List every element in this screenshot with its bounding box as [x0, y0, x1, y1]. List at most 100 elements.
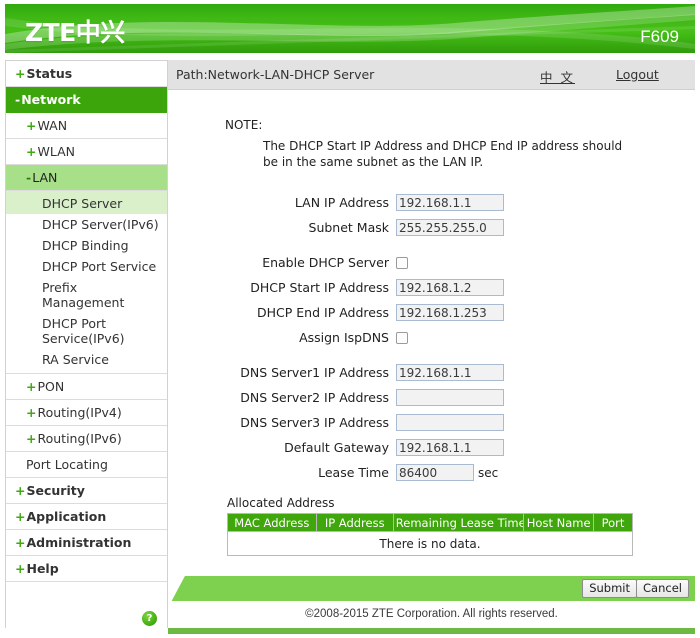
- field-label: DNS Server3 IP Address: [240, 415, 389, 430]
- sidebar-item-label: LAN: [32, 170, 58, 185]
- table-column-header: Port: [592, 513, 634, 532]
- sidebar-item-prefix-management[interactable]: Prefix Management: [6, 277, 167, 313]
- footer-action-bar: Submit Cancel: [168, 576, 695, 601]
- copyright-text: ©2008-2015 ZTE Corporation. All rights r…: [168, 601, 695, 628]
- table-header-row: MAC Address IP Address Remaining Lease Tim…: [227, 513, 634, 532]
- note-text: The DHCP Start IP Address and DHCP End I…: [263, 139, 623, 169]
- table-body: There is no data.: [227, 531, 633, 556]
- main-content: Path:Network-LAN-DHCP Server 中 文 Logout …: [168, 60, 695, 565]
- zte-logo: ZTE中兴: [25, 18, 125, 47]
- sidebar-item-dhcp-binding[interactable]: DHCP Binding: [6, 235, 167, 256]
- form-row: LAN IP Address: [168, 192, 695, 213]
- dns-server1-ip-address-input[interactable]: [396, 364, 504, 381]
- dns-server3-ip-address-input[interactable]: [396, 414, 504, 431]
- field-label: DHCP Start IP Address: [250, 280, 389, 295]
- footer-slash-decoration: [168, 576, 188, 601]
- sidebar-item-port-locating[interactable]: Port Locating: [6, 452, 167, 478]
- lease-time-unit: sec: [478, 465, 499, 480]
- subnet-mask-input[interactable]: [396, 219, 504, 236]
- allocated-address-section: Allocated Address MAC Address IP Address R…: [227, 496, 634, 556]
- sidebar-item-dhcp-server-ipv6[interactable]: DHCP Server(IPv6): [6, 214, 167, 235]
- form-row: DHCP End IP Address: [168, 302, 695, 323]
- sidebar-nav: +Status -Network +WAN +WLAN -LAN DHCP Server D…: [5, 60, 168, 633]
- field-label: Assign IspDNS: [299, 330, 389, 345]
- field-label: DNS Server2 IP Address: [240, 390, 389, 405]
- sidebar-item-pon[interactable]: +PON: [6, 374, 167, 400]
- sidebar-item-dhcp-port-service[interactable]: DHCP Port Service: [6, 256, 167, 277]
- cancel-button[interactable]: Cancel: [636, 579, 689, 598]
- sidebar-item-status[interactable]: +Status: [6, 61, 167, 87]
- bottom-left-filler: [0, 628, 168, 634]
- sidebar-item-label: WLAN: [37, 144, 75, 159]
- field-label: Default Gateway: [284, 440, 389, 455]
- sidebar-item-routing-ipv4[interactable]: +Routing(IPv4): [6, 400, 167, 426]
- default-gateway-input[interactable]: [396, 439, 504, 456]
- dhcp-end-ip-address-input[interactable]: [396, 304, 504, 321]
- sidebar-item-wan[interactable]: +WAN: [6, 113, 167, 139]
- expand-icon: +: [26, 118, 37, 133]
- sidebar-item-label: Routing(IPv4): [37, 405, 122, 420]
- form-row: DNS Server1 IP Address: [168, 362, 695, 383]
- path-bar: Path:Network-LAN-DHCP Server 中 文 Logout: [168, 60, 695, 90]
- expand-icon: +: [15, 509, 26, 524]
- lan-ip-address-input[interactable]: [396, 194, 504, 211]
- allocated-address-title: Allocated Address: [227, 496, 335, 510]
- field-label: Subnet Mask: [308, 220, 389, 235]
- sidebar-item-security[interactable]: +Security: [6, 478, 167, 504]
- form-row: Default Gateway: [168, 437, 695, 458]
- sidebar-item-label: Routing(IPv6): [37, 431, 122, 446]
- sidebar-item-help[interactable]: +Help: [6, 556, 167, 582]
- sidebar-item-label: DHCP Binding: [42, 238, 129, 253]
- expand-icon: +: [26, 405, 37, 420]
- sidebar-item-label: PON: [37, 379, 65, 394]
- sidebar-item-network[interactable]: -Network: [6, 87, 167, 113]
- dns-server2-ip-address-input[interactable]: [396, 389, 504, 406]
- sidebar-item-label: RA Service: [42, 352, 109, 367]
- logout-link[interactable]: Logout: [616, 67, 659, 82]
- sidebar-item-lan[interactable]: -LAN: [6, 165, 167, 191]
- form-row: DHCP Start IP Address: [168, 277, 695, 298]
- expand-icon: +: [15, 535, 26, 550]
- table-column-header: Remaining Lease Time: [392, 513, 525, 532]
- sidebar-item-label: Network: [21, 92, 81, 107]
- expand-icon: +: [26, 431, 37, 446]
- submit-button[interactable]: Submit: [582, 579, 637, 598]
- sidebar-item-wlan[interactable]: +WLAN: [6, 139, 167, 165]
- collapse-icon: -: [15, 92, 21, 107]
- sidebar-item-ra-service[interactable]: RA Service: [6, 349, 167, 374]
- dhcp-start-ip-address-input[interactable]: [396, 279, 504, 296]
- sidebar-item-application[interactable]: +Application: [6, 504, 167, 530]
- sidebar-item-label: Port Locating: [26, 457, 108, 472]
- help-icon[interactable]: ?: [142, 611, 157, 626]
- table-column-header: Host Name: [523, 513, 594, 532]
- note-label: NOTE:: [225, 118, 263, 132]
- sidebar-item-label: Help: [26, 561, 59, 576]
- form-row: Assign IspDNS: [168, 327, 695, 348]
- assign-ispdns-checkbox[interactable]: [396, 331, 408, 344]
- table-column-header: MAC Address: [227, 513, 317, 532]
- field-label: Lease Time: [318, 465, 389, 480]
- table-empty-message: There is no data.: [227, 531, 633, 556]
- form-row: DNS Server3 IP Address: [168, 412, 695, 433]
- sidebar-item-dhcp-server[interactable]: DHCP Server: [6, 191, 167, 214]
- sidebar-footer-space: ?: [6, 582, 167, 632]
- language-switch-link[interactable]: 中 文: [540, 67, 575, 86]
- sidebar-nav-list: +Status -Network +WAN +WLAN -LAN DHCP Server D…: [6, 61, 167, 582]
- sidebar-item-dhcp-port-service-ipv6[interactable]: DHCP Port Service(IPv6): [6, 313, 167, 349]
- sidebar-item-administration[interactable]: +Administration: [6, 530, 167, 556]
- expand-icon: +: [15, 483, 26, 498]
- expand-icon: +: [26, 379, 37, 394]
- sidebar-item-label: Administration: [26, 535, 132, 550]
- expand-icon: +: [26, 144, 37, 159]
- lease-time-input[interactable]: [396, 464, 474, 481]
- header-banner: ZTE中兴 F609: [0, 0, 700, 58]
- dhcp-settings-form: LAN IP Address Subnet Mask Enable DHCP Ser…: [168, 192, 695, 497]
- sidebar-item-label: Status: [26, 66, 73, 81]
- sidebar-item-routing-ipv6[interactable]: +Routing(IPv6): [6, 426, 167, 452]
- sidebar-item-label: DHCP Port Service(IPv6): [42, 316, 125, 346]
- enable-dhcp-server-checkbox[interactable]: [396, 256, 408, 269]
- field-label: DHCP End IP Address: [257, 305, 389, 320]
- table-empty-row: There is no data.: [227, 531, 633, 556]
- form-row: Subnet Mask: [168, 217, 695, 238]
- sidebar-item-label: DHCP Server: [42, 196, 123, 211]
